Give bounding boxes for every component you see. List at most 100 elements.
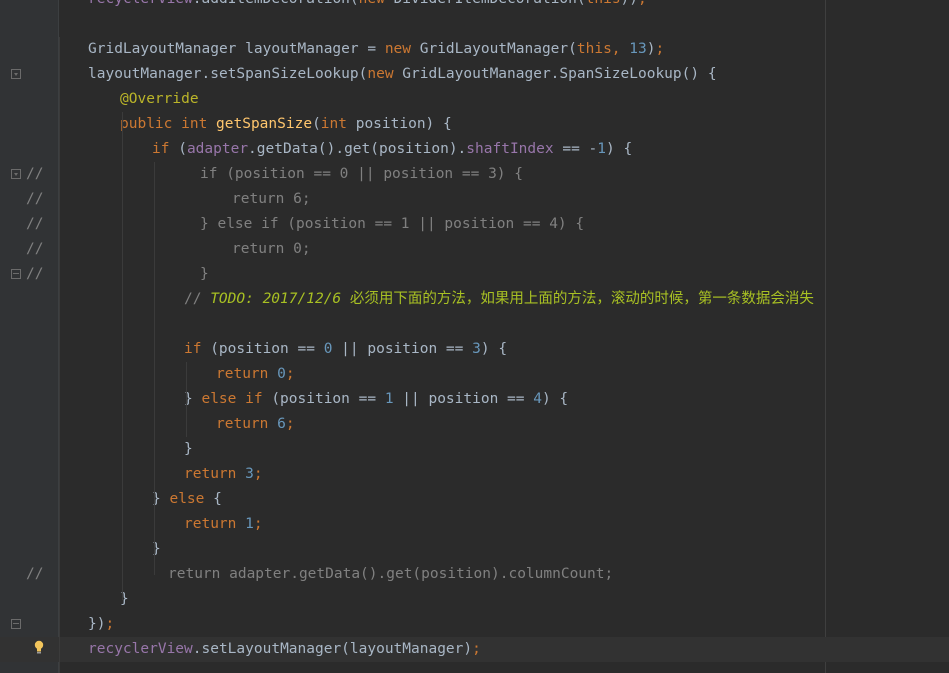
fold-marker-icon[interactable]: [11, 269, 21, 279]
code-line[interactable]: return 6;: [0, 412, 949, 437]
code-token: public int: [120, 116, 217, 132]
code-token: 1: [597, 141, 606, 157]
code-token: )): [621, 0, 638, 7]
code-line[interactable]: // if (position == 0 || position == 3) {: [0, 162, 949, 187]
code-line[interactable]: //}: [0, 262, 949, 287]
fold-marker-icon[interactable]: [11, 169, 21, 179]
code-line[interactable]: } else if (position == 1 || position == …: [0, 387, 949, 412]
code-line[interactable]: [0, 12, 949, 37]
code-token: ;: [105, 616, 115, 632]
code-line[interactable]: GridLayoutManager layoutManager = new Gr…: [0, 37, 949, 62]
code-line[interactable]: recyclerView.addItemDecoration(new Divid…: [0, 0, 949, 12]
code-token: 4: [533, 391, 542, 407]
code-token: (position ==: [271, 391, 385, 407]
code-token: recyclerView: [88, 641, 193, 657]
code-token: 3: [245, 466, 254, 482]
code-text: if (position == 0 || position == 3) {: [200, 162, 523, 187]
code-token: ,: [611, 41, 630, 57]
code-token: this: [576, 41, 612, 57]
code-line[interactable]: // return 0;: [0, 237, 949, 262]
code-token: addItemDecoration: [202, 0, 350, 7]
code-token: 13: [629, 41, 647, 57]
code-token: (: [312, 116, 321, 132]
code-token: recyclerView: [88, 0, 193, 7]
code-line[interactable]: } else {: [0, 487, 949, 512]
code-text: if (adapter.getData().get(position).shaf…: [152, 137, 632, 162]
code-token: if: [152, 141, 179, 157]
code-text: return 6;: [216, 412, 295, 437]
code-text: });: [88, 612, 114, 637]
code-token: }: [184, 441, 193, 457]
code-text: recyclerView.addItemDecoration(new Divid…: [88, 0, 647, 12]
code-token: .: [193, 0, 202, 7]
code-text: } else if (position == 1 || position == …: [200, 212, 584, 237]
code-line[interactable]: // TODO: 2017/12/6 必须用下面的方法，如果用上面的方法，滚动的…: [0, 287, 949, 312]
code-text: } else {: [152, 487, 222, 512]
code-text: } else if (position == 1 || position == …: [184, 387, 568, 412]
code-token: ;: [472, 641, 481, 657]
code-token: ;: [655, 41, 665, 57]
code-token: return adapter.getData().get(position).c…: [168, 566, 614, 582]
code-token: shaftIndex: [466, 141, 554, 157]
line-comment-marker: //: [26, 241, 44, 257]
indent-guide: [186, 362, 187, 437]
fold-marker-icon[interactable]: [11, 69, 21, 79]
code-line[interactable]: if (position == 0 || position == 3) {: [0, 337, 949, 362]
code-line[interactable]: }: [0, 437, 949, 462]
code-line[interactable]: // return adapter.getData().get(position)…: [0, 562, 949, 587]
code-line[interactable]: recyclerView.setLayoutManager(layoutMana…: [0, 637, 949, 662]
code-line[interactable]: if (adapter.getData().get(position).shaf…: [0, 137, 949, 162]
fold-marker-icon[interactable]: [11, 619, 21, 629]
code-line[interactable]: return 1;: [0, 512, 949, 537]
indent-guide: [59, 37, 60, 673]
code-line[interactable]: }: [0, 587, 949, 612]
line-comment-marker: //: [26, 566, 44, 582]
code-line[interactable]: });: [0, 612, 949, 637]
code-token: 0: [277, 366, 286, 382]
code-token: return: [184, 466, 246, 482]
code-token: ;: [253, 516, 263, 532]
code-token: (: [577, 0, 586, 7]
code-token: new: [367, 66, 403, 82]
code-line[interactable]: // return 6;: [0, 187, 949, 212]
code-line[interactable]: public int getSpanSize(int position) {: [0, 112, 949, 137]
code-token: return 6;: [232, 191, 311, 207]
code-token: getSpanSize: [216, 116, 313, 132]
line-comment-marker: //: [26, 191, 44, 207]
code-text: GridLayoutManager layoutManager = new Gr…: [88, 37, 664, 62]
code-editor[interactable]: recyclerView.addItemDecoration(new Divid…: [0, 0, 949, 673]
code-line[interactable]: return 3;: [0, 462, 949, 487]
code-token: int: [320, 116, 356, 132]
code-token: layoutManager.setSpanSizeLookup(: [88, 66, 368, 82]
code-token: }): [88, 616, 106, 632]
lightbulb-icon[interactable]: [33, 640, 45, 654]
indent-guide: [154, 162, 155, 575]
code-token: else: [169, 491, 214, 507]
code-line[interactable]: layoutManager.setSpanSizeLookup(new Grid…: [0, 62, 949, 87]
code-token: 6: [277, 416, 286, 432]
code-token: (: [350, 0, 359, 7]
code-token: new: [384, 41, 420, 57]
code-text: layoutManager.setSpanSizeLookup(new Grid…: [88, 62, 717, 87]
code-line[interactable]: @Override: [0, 87, 949, 112]
code-token: (: [178, 141, 187, 157]
code-line[interactable]: return 0;: [0, 362, 949, 387]
line-comment-marker: //: [26, 216, 44, 232]
code-text: return 0;: [216, 362, 295, 387]
code-token: {: [213, 491, 222, 507]
code-token: 1: [384, 391, 394, 407]
code-token: (position ==: [210, 341, 324, 357]
code-text: @Override: [120, 87, 199, 112]
code-line[interactable]: // } else if (position == 1 || position =…: [0, 212, 949, 237]
code-text: return 0;: [232, 237, 311, 262]
code-token: ;: [638, 0, 647, 7]
code-text: }: [184, 437, 193, 462]
code-line[interactable]: [0, 312, 949, 337]
code-text: public int getSpanSize(int position) {: [120, 112, 452, 137]
code-token: position) {: [355, 116, 452, 132]
code-token: DividerItemDecoration: [394, 0, 577, 7]
code-line[interactable]: }: [0, 537, 949, 562]
code-token: ;: [253, 466, 263, 482]
line-comment-marker: //: [26, 166, 44, 182]
code-token: || position ==: [393, 391, 534, 407]
